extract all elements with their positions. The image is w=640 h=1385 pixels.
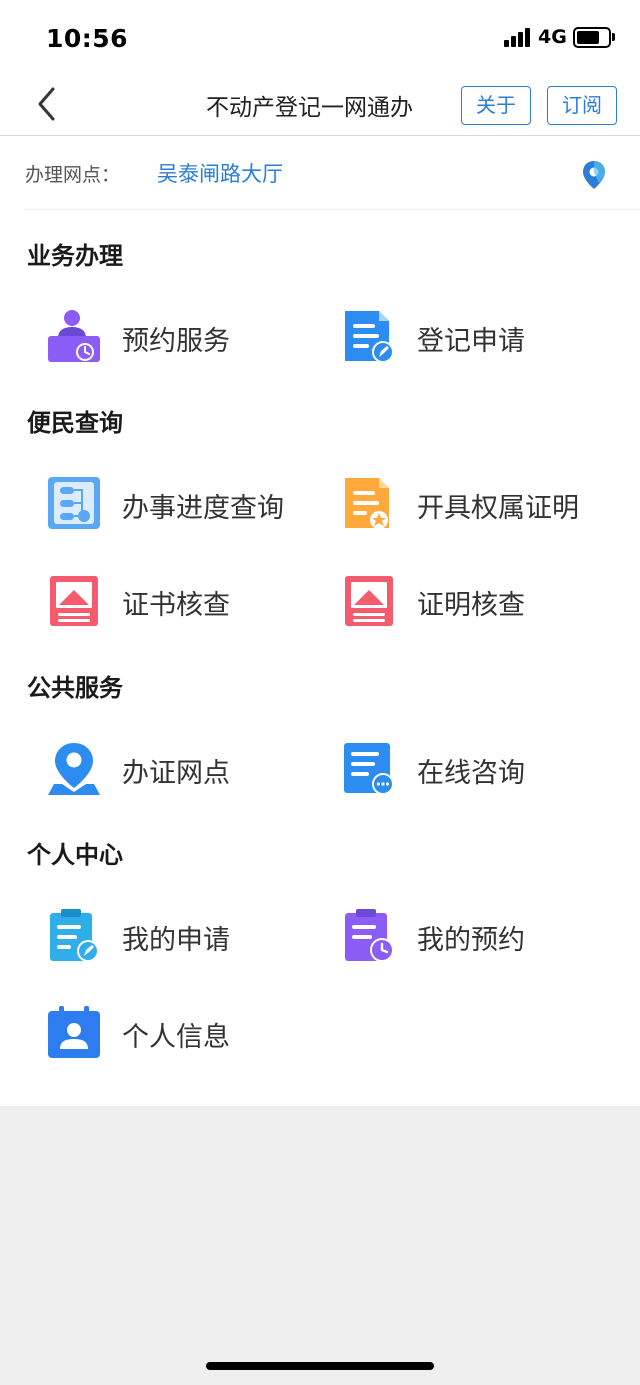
section-title-personal: 个人中心 (27, 841, 123, 869)
service-offices[interactable]: 办证网点 (46, 733, 336, 803)
location-value[interactable]: 吴泰闸路大厅 (157, 158, 283, 188)
item-label: 办事进度查询 (122, 493, 284, 524)
progress-flow-icon (48, 477, 100, 529)
appointment-person-icon (48, 310, 100, 362)
item-label: 登记申请 (417, 326, 525, 357)
page-title: 不动产登记一网通办 (206, 95, 413, 121)
back-button[interactable] (28, 82, 68, 126)
item-label: 个人信息 (122, 1022, 230, 1053)
registration-document-icon (345, 311, 394, 363)
service-certificate-check[interactable]: 证书核查 (46, 565, 336, 635)
online-chat-icon (344, 743, 394, 795)
item-label: 我的申请 (122, 925, 230, 956)
item-label: 证明核查 (417, 590, 525, 621)
app-screen: 10:56 4G 不动产登记一网通办 关于 订阅 办理网点： 吴泰闸路大厅 业务… (0, 0, 640, 1385)
map-pin-icon (48, 743, 100, 795)
my-appointment-icon (345, 909, 394, 962)
item-label: 证书核查 (122, 590, 230, 621)
subscribe-button[interactable]: 订阅 (547, 86, 617, 125)
ownership-certificate-icon (345, 478, 389, 529)
personal-info-icon (48, 1006, 100, 1058)
section-title-inquiry: 便民查询 (27, 409, 123, 437)
item-label: 预约服务 (122, 326, 230, 357)
chevron-left-icon (38, 87, 55, 121)
status-bar: 10:56 4G (0, 0, 640, 76)
service-personal-info[interactable]: 个人信息 (46, 997, 336, 1067)
battery-tip (612, 33, 615, 41)
service-proof-check[interactable]: 证明核查 (341, 565, 631, 635)
certificate-check-icon (50, 576, 98, 626)
home-indicator[interactable] (206, 1362, 434, 1370)
status-time: 10:56 (46, 24, 129, 53)
item-label: 在线咨询 (417, 758, 525, 789)
nav-header: 不动产登记一网通办 关于 订阅 (0, 76, 640, 136)
item-label: 我的预约 (417, 925, 525, 956)
about-button[interactable]: 关于 (461, 86, 531, 125)
item-label: 开具权属证明 (417, 493, 579, 524)
section-title-public: 公共服务 (27, 674, 123, 702)
location-pin-icon[interactable] (581, 160, 607, 190)
service-registration[interactable]: 登记申请 (341, 301, 631, 371)
service-appointment[interactable]: 预约服务 (46, 301, 336, 371)
service-my-applications[interactable]: 我的申请 (46, 900, 336, 970)
main-content: 10:56 4G 不动产登记一网通办 关于 订阅 办理网点： 吴泰闸路大厅 业务… (0, 0, 640, 1106)
service-online-consult[interactable]: 在线咨询 (341, 733, 631, 803)
service-progress-query[interactable]: 办事进度查询 (46, 468, 336, 538)
battery-icon (573, 27, 611, 48)
location-label: 办理网点： (25, 164, 121, 186)
location-row: 办理网点： 吴泰闸路大厅 (24, 136, 640, 210)
service-ownership-proof[interactable]: 开具权属证明 (341, 468, 631, 538)
proof-check-icon (345, 576, 393, 626)
signal-strength-icon (504, 27, 532, 47)
service-my-appointments[interactable]: 我的预约 (341, 900, 631, 970)
section-title-business: 业务办理 (27, 242, 123, 270)
my-application-icon (50, 909, 99, 962)
item-label: 办证网点 (122, 758, 230, 789)
network-type: 4G (538, 26, 567, 48)
